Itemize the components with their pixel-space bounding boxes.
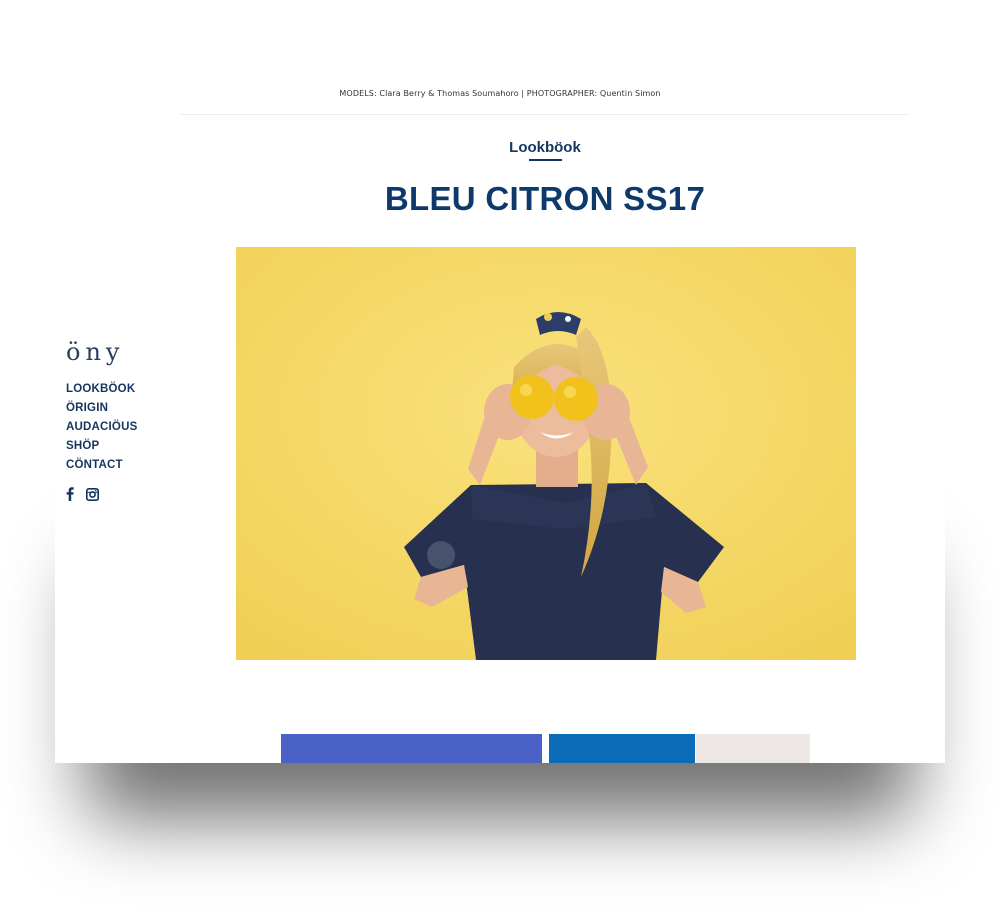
web-page: MODELS: Clara Berry & Thomas Soumahoro |… (55, 0, 945, 763)
instagram-icon[interactable] (86, 487, 99, 501)
screenshot-stage: MODELS: Clara Berry & Thomas Soumahoro |… (0, 0, 1000, 919)
facebook-icon[interactable] (66, 487, 74, 501)
brand-logo[interactable]: öny (66, 338, 186, 366)
nav-item-audacious[interactable]: AUDACIÖUS (66, 418, 186, 437)
gallery-tile-grey[interactable] (696, 734, 810, 763)
social-links (66, 487, 186, 501)
gallery-tile-cobalt[interactable] (549, 734, 695, 763)
hero-photo (236, 247, 856, 660)
nav-item-shop[interactable]: SHÖP (66, 437, 186, 456)
nav-item-origin[interactable]: ÖRIGIN (66, 399, 186, 418)
section-underline (529, 159, 562, 161)
hero-photo-illustration (236, 247, 856, 660)
page-title: BLEU CITRON SS17 (384, 180, 706, 217)
nav-item-contact[interactable]: CÖNTACT (66, 456, 186, 475)
sidebar: öny LOOKBÖOK ÖRIGIN AUDACIÖUS SHÖP CÖNTA… (66, 338, 186, 501)
section-label: Lookböok (509, 139, 581, 156)
credits-divider (180, 114, 910, 115)
photo-credits: MODELS: Clara Berry & Thomas Soumahoro |… (339, 89, 661, 98)
gallery-tile-blue[interactable] (281, 734, 542, 763)
nav-item-lookbook[interactable]: LOOKBÖOK (66, 380, 186, 399)
